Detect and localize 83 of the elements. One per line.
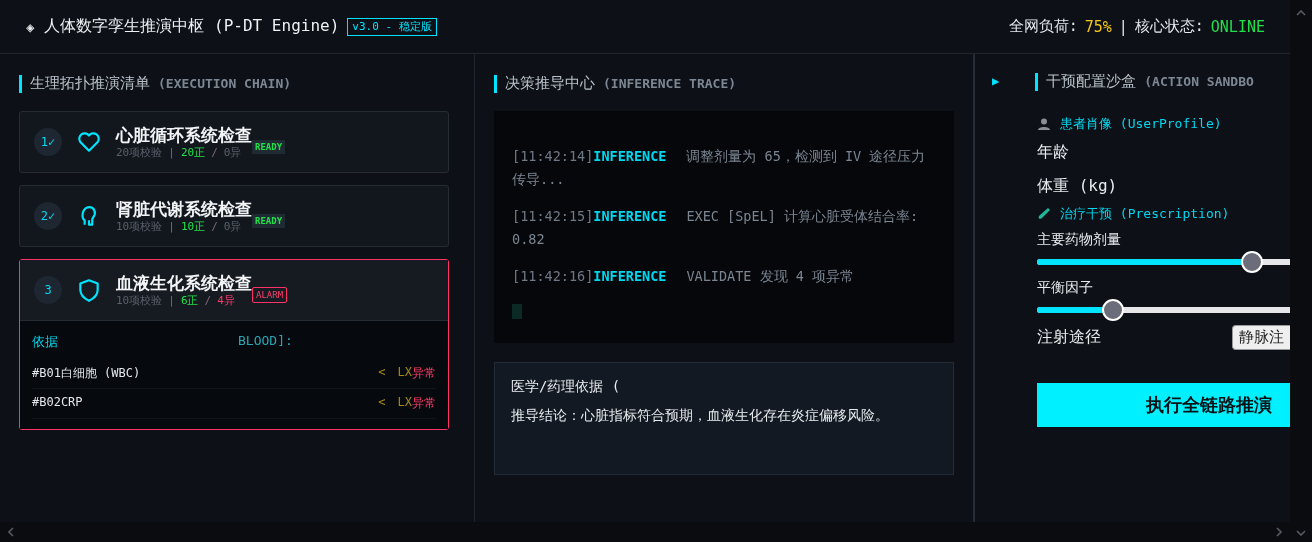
evidence-title: 医学/药理依据 ( — [511, 378, 622, 396]
normal-count: 6正 — [180, 293, 199, 307]
abnormal-label: 异常 — [412, 395, 436, 412]
heading-accent-bar — [19, 74, 22, 93]
panel-subtitle: (INFERENCE TRACE) — [603, 76, 737, 91]
system-card[interactable]: 1✓ 心脏循环系统检查 20项校验 | 20正 / 0异 READY — [19, 111, 449, 173]
check-count: 20项校验 — [116, 145, 163, 159]
count-separator: / — [211, 145, 218, 159]
abnormal-count: 4异 — [217, 293, 235, 307]
panel-title: 决策推导中心 — [505, 74, 595, 93]
count-separator: | — [168, 145, 175, 159]
section-title: 治疗干预 (Prescription) — [1060, 205, 1230, 223]
heading-accent-bar — [1035, 72, 1039, 91]
log-line: [11:42:15]INFERENCE EXEC [SpEL] 计算心脏受体结合率: 0.82 — [512, 207, 920, 249]
panel-subtitle: (EXECUTION CHAIN) — [158, 76, 292, 91]
system-title: 血液生化系统检查 — [116, 273, 252, 294]
chevron-right-icon[interactable] — [1276, 527, 1282, 537]
load-value: 75% — [1084, 17, 1112, 36]
normal-count: 10正 — [180, 219, 206, 233]
range-marker: < — [378, 395, 386, 411]
slider-thumb[interactable] — [1101, 299, 1124, 321]
check-count: 10项校验 — [116, 219, 163, 233]
panel-subtitle: (ACTION SANDBO — [1144, 74, 1254, 89]
basis-label: 依据 — [32, 333, 58, 351]
heading-accent-bar — [494, 74, 497, 93]
vertical-scrollbar[interactable] — [1290, 0, 1312, 542]
section-title: 患者肖像 (UserProfile) — [1060, 115, 1222, 133]
system-title: 肾脏代谢系统检查 — [116, 199, 252, 220]
shield-icon — [76, 277, 102, 303]
app-title: 人体数字孪生推演中枢 (P-DT Engine) — [44, 16, 340, 37]
step-indicator: 3 — [34, 276, 62, 304]
run-button[interactable]: 执行全链路推演 — [1037, 383, 1290, 427]
slider[interactable] — [1037, 299, 1290, 321]
status-label: 核心状态: — [1134, 17, 1204, 36]
indicator-value: LX — [397, 395, 412, 411]
count-separator: | — [168, 293, 175, 307]
conclusion-text: 推导结论：心脏指标符合预期，血液生化存在炎症偏移风险。 — [511, 406, 890, 424]
step-indicator: 2✓ — [34, 202, 62, 230]
status-badge: ALARM — [252, 287, 288, 303]
indicator-value: LX — [397, 365, 412, 381]
slider-label: 平衡因子 — [1037, 279, 1094, 297]
cursor-icon — [512, 304, 522, 319]
indicator-name: #B01白细胞 (WBC) — [32, 365, 141, 382]
heart-icon — [76, 129, 102, 155]
basis-text: BLOOD]: — [238, 333, 293, 350]
abnormal-count: 0异 — [223, 145, 242, 159]
field-label: 年龄 — [1037, 140, 1070, 163]
normal-count: 20正 — [180, 145, 206, 159]
step-indicator: 1✓ — [34, 128, 62, 156]
status-badge: READY — [252, 214, 286, 228]
version-badge: v3.0 - 稳定版 — [347, 17, 437, 36]
count-separator: / — [204, 293, 212, 307]
system-title: 心脏循环系统检查 — [116, 125, 252, 146]
log-line: [11:42:16]INFERENCE VALIDATE 发现 4 项异常 — [512, 267, 855, 286]
load-label: 全网负荷: — [1008, 17, 1078, 36]
collapse-toggle[interactable]: ▶ — [992, 72, 1000, 90]
field-label: 体重 (kg) — [1037, 174, 1119, 197]
user-icon — [1037, 117, 1051, 131]
system-card[interactable]: 3 血液生化系统检查 10项校验 | 6正 / 4异 ALARM 依据 BLOOD]: #B01白细胞 (WBC) < LX异常 #B02CRP < LX异常 — [19, 259, 449, 430]
slider-label: 主要药物剂量 — [1037, 231, 1122, 249]
status-value: ONLINE — [1210, 17, 1265, 36]
chevron-down-icon[interactable] — [1296, 530, 1306, 536]
abnormal-count: 0异 — [223, 219, 242, 233]
slider[interactable] — [1037, 251, 1290, 273]
count-separator: | — [168, 219, 175, 233]
header-separator: | — [1118, 17, 1128, 36]
indicator-name: #B02CRP — [32, 395, 83, 411]
system-card[interactable]: 2✓ 肾脏代谢系统检查 10项校验 | 10正 / 0异 READY — [19, 185, 449, 247]
status-badge: READY — [252, 140, 286, 154]
range-marker: < — [378, 365, 386, 381]
chevron-left-icon[interactable] — [8, 527, 14, 537]
panel-title: 生理拓扑推演清单 — [30, 74, 150, 93]
panel-title: 干预配置沙盒 — [1046, 72, 1137, 91]
count-separator: / — [211, 219, 218, 233]
log-line: [11:42:14]INFERENCE 调整剂量为 65，检测到 IV 途径压力传导... — [512, 147, 927, 189]
check-count: 10项校验 — [116, 293, 163, 307]
abnormal-label: 异常 — [412, 365, 436, 382]
slider-thumb[interactable] — [1241, 251, 1264, 273]
logo-icon: ◈ — [26, 18, 35, 35]
field-label: 注射途径 — [1037, 327, 1101, 348]
chevron-up-icon[interactable] — [1296, 10, 1306, 16]
route-select[interactable]: 静脉注 — [1232, 325, 1290, 350]
horizontal-scrollbar[interactable] — [0, 522, 1290, 542]
